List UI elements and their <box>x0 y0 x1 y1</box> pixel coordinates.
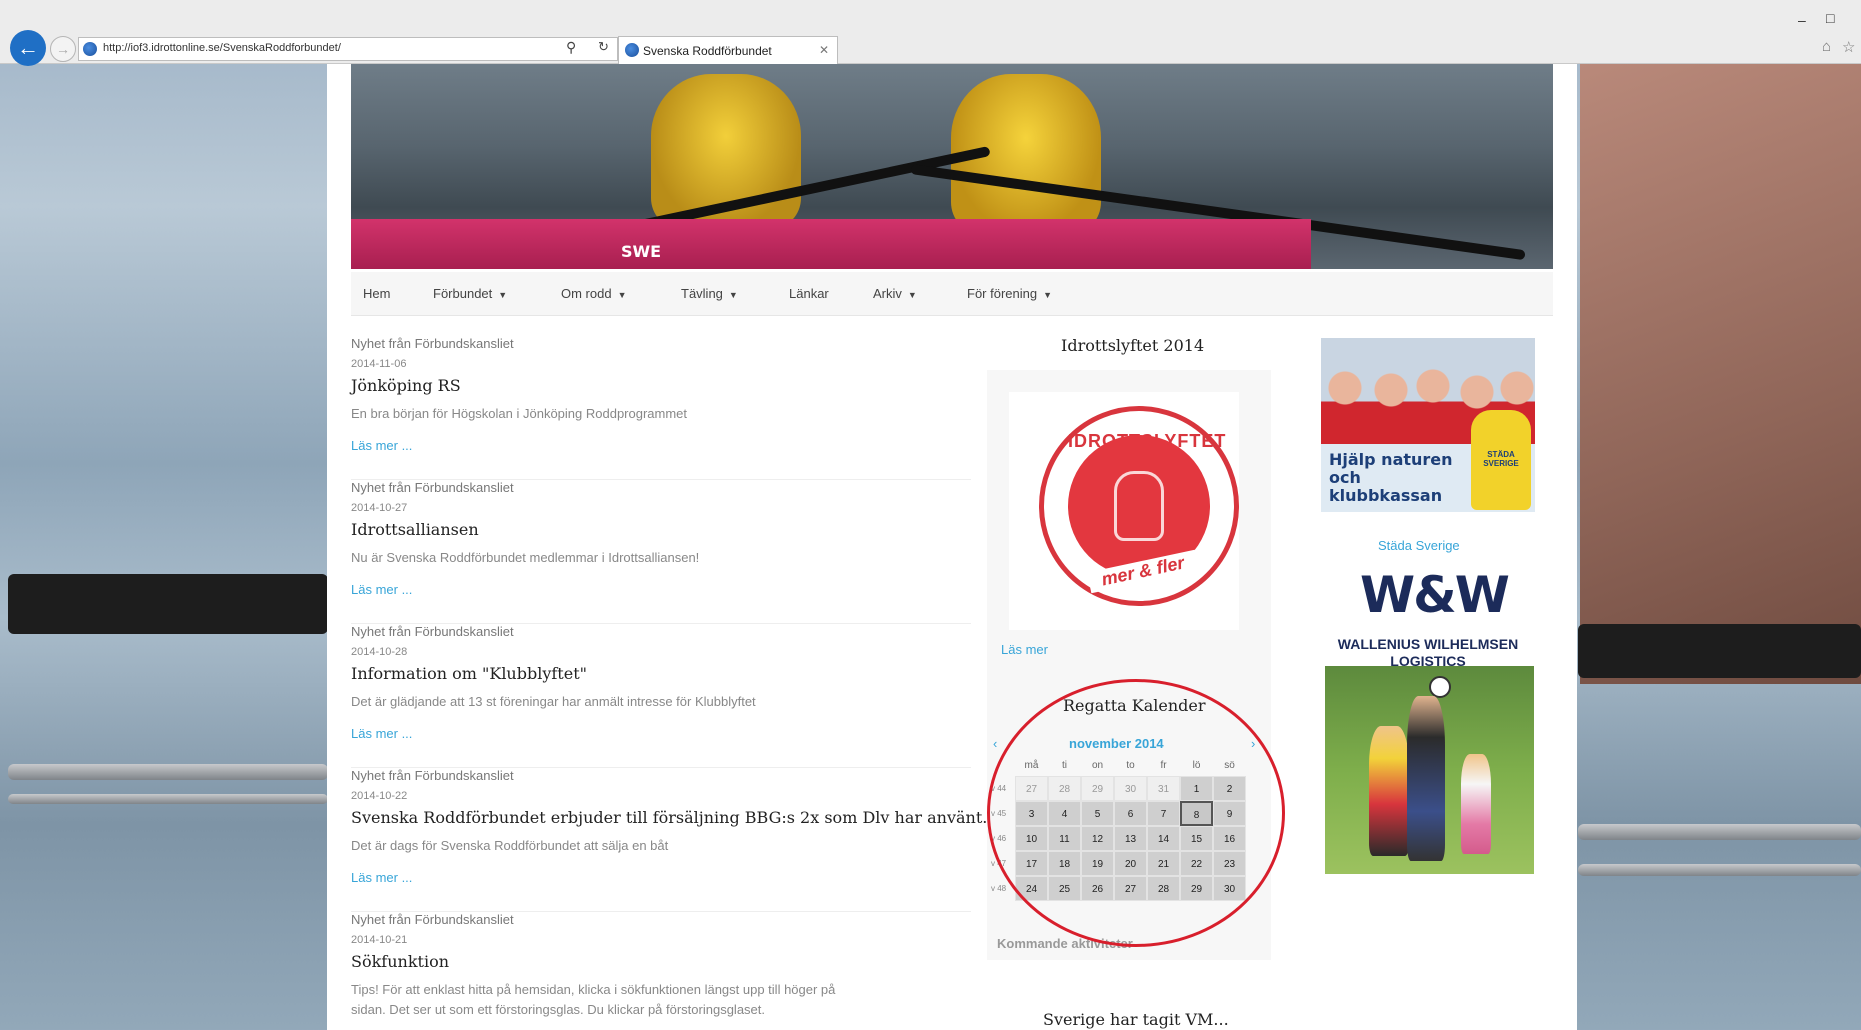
news-item: Nyhet från Förbundskansliet 2014-10-21 S… <box>351 912 971 1030</box>
ww-text-line1: WALLENIUS WILHELMSEN <box>1337 636 1519 652</box>
news-excerpt: Nu är Svenska Roddförbundet medlemmar i … <box>351 550 700 565</box>
tab-title: Svenska Roddförbundet <box>643 44 772 58</box>
favorites-star-icon[interactable]: ☆ <box>1842 38 1855 56</box>
hero-boat <box>351 219 1311 269</box>
red-annotation-circle <box>987 679 1285 947</box>
news-source: Nyhet från Förbundskansliet <box>351 624 514 639</box>
browser-chrome: ← → http://iof3.idrottonline.se/SvenskaR… <box>0 0 1861 66</box>
calendar-prev-button[interactable]: ‹ <box>993 736 997 751</box>
football <box>1429 676 1451 698</box>
nav-item-lankar[interactable]: Länkar <box>789 286 829 301</box>
news-excerpt: En bra början för Högskolan i Jönköping … <box>351 406 688 421</box>
news-title[interactable]: Svenska Roddförbundet erbjuder till förs… <box>351 808 987 827</box>
minimize-icon[interactable]: – <box>1798 12 1806 28</box>
idrottslyftet-widget: IDROTTSLYFTET mer & fler Läs mer <box>987 370 1271 730</box>
caret-down-icon: ▼ <box>1043 290 1053 300</box>
nav-item-forbundet[interactable]: Förbundet ▼ <box>433 286 507 301</box>
badge-mark-icon <box>1114 471 1164 541</box>
refresh-icon[interactable]: ↻ <box>598 39 609 55</box>
ww-text: WALLENIUS WILHELMSEN LOGISTICS <box>1313 636 1543 670</box>
news-item: Nyhet från Förbundskansliet 2014-10-22 S… <box>351 768 987 912</box>
idrottslyftet-title: Idrottslyftet 2014 <box>1061 336 1205 355</box>
main-navbar: Hem Förbundet ▼ Om rodd ▼ Tävling ▼ Länkar … <box>351 272 1553 316</box>
search-icon[interactable]: ⚲ <box>566 39 576 56</box>
caret-down-icon: ▼ <box>617 290 627 300</box>
caret-down-icon: ▼ <box>907 290 917 300</box>
news-date: 2014-10-27 <box>351 502 408 514</box>
stada-sverige-ad[interactable]: Hjälp naturen och klubbkassan STÄDA SVER… <box>1321 338 1535 512</box>
background-rail-right-2 <box>1578 864 1861 876</box>
background-hand <box>1580 64 1861 684</box>
url-text: http://iof3.idrottonline.se/SvenskaRoddf… <box>103 42 341 54</box>
browser-tab[interactable]: Svenska Roddförbundet ✕ <box>618 36 838 64</box>
hero-banner: SWE <box>351 64 1553 269</box>
news-date: 2014-10-28 <box>351 646 408 658</box>
news-item: Nyhet från Förbundskansliet 2014-10-27 I… <box>351 480 971 624</box>
read-more-link[interactable]: Läs mer ... <box>351 438 412 453</box>
background-oar-right <box>1578 624 1861 678</box>
news-title[interactable]: Information om "Klubblyftet" <box>351 664 587 683</box>
background-rail-left-2 <box>8 794 328 804</box>
ww-logo[interactable]: W&W <box>1360 566 1510 624</box>
news-excerpt-line2: sidan. Det ser ut som ett förstoringsgla… <box>351 1002 766 1017</box>
news-source: Nyhet från Förbundskansliet <box>351 768 514 783</box>
caret-down-icon: ▼ <box>728 290 738 300</box>
boat-label: SWE <box>621 242 662 261</box>
news-excerpt: Det är glädjande att 13 st föreningar ha… <box>351 694 756 709</box>
kids-football-photo[interactable] <box>1325 666 1534 874</box>
site-globe-icon <box>83 42 97 56</box>
news-date: 2014-10-21 <box>351 934 408 946</box>
vm-title[interactable]: Sverige har tagit VM... <box>1043 1010 1229 1029</box>
idrottslyftet-more-link[interactable]: Läs mer <box>1001 642 1048 657</box>
news-date: 2014-11-06 <box>351 358 407 370</box>
news-source: Nyhet från Förbundskansliet <box>351 480 514 495</box>
home-icon[interactable]: ⌂ <box>1822 38 1831 55</box>
news-excerpt: Tips! För att enklast hitta på hemsidan,… <box>351 982 836 997</box>
news-excerpt: Det är dags för Svenska Roddförbundet at… <box>351 838 669 853</box>
stada-sverige-link[interactable]: Städa Sverige <box>1378 538 1460 553</box>
news-item: Nyhet från Förbundskansliet 2014-10-28 I… <box>351 624 971 768</box>
nav-item-arkiv[interactable]: Arkiv ▼ <box>873 286 917 301</box>
background-oar-left <box>8 574 328 634</box>
news-title[interactable]: Idrottsalliansen <box>351 520 479 539</box>
back-arrow-icon[interactable]: ← <box>10 30 46 66</box>
idrottslyftet-badge: IDROTTSLYFTET mer & fler <box>1039 406 1239 606</box>
news-title[interactable]: Sökfunktion <box>351 952 449 971</box>
background-rail-left-1 <box>8 764 328 780</box>
close-icon[interactable]: ✕ <box>819 43 829 57</box>
forward-arrow-icon[interactable]: → <box>50 36 76 62</box>
kid-figure <box>1369 726 1409 856</box>
nav-item-om-rodd[interactable]: Om rodd ▼ <box>561 286 627 301</box>
news-date: 2014-10-22 <box>351 790 408 802</box>
ad-line-1: Hjälp naturen <box>1329 450 1453 469</box>
read-more-link[interactable]: Läs mer ... <box>351 726 412 741</box>
ad-line-2: och <box>1329 468 1361 487</box>
nav-item-hem[interactable]: Hem <box>363 286 390 301</box>
read-more-link[interactable]: Läs mer ... <box>351 870 412 885</box>
idrottslyftet-logo-frame[interactable]: IDROTTSLYFTET mer & fler <box>1009 392 1239 630</box>
background-rail-right-1 <box>1578 824 1861 840</box>
news-source: Nyhet från Förbundskansliet <box>351 912 514 927</box>
news-item: Nyhet från Förbundskansliet 2014-11-06 J… <box>351 336 971 480</box>
news-title[interactable]: Jönköping RS <box>351 376 461 395</box>
caret-down-icon: ▼ <box>498 290 508 300</box>
tab-globe-icon <box>625 43 639 57</box>
address-bar[interactable]: http://iof3.idrottonline.se/SvenskaRoddf… <box>78 37 618 61</box>
nav-item-for-forening[interactable]: För förening ▼ <box>967 286 1052 301</box>
stada-logo: STÄDA SVERIGE <box>1483 450 1519 468</box>
maximize-icon[interactable]: □ <box>1826 10 1834 26</box>
ad-line-3: klubbkassan <box>1329 486 1443 505</box>
kid-figure <box>1461 754 1491 854</box>
nav-item-tavling[interactable]: Tävling ▼ <box>681 286 738 301</box>
adult-figure <box>1407 696 1445 861</box>
read-more-link[interactable]: Läs mer ... <box>351 582 412 597</box>
news-source: Nyhet från Förbundskansliet <box>351 336 514 351</box>
